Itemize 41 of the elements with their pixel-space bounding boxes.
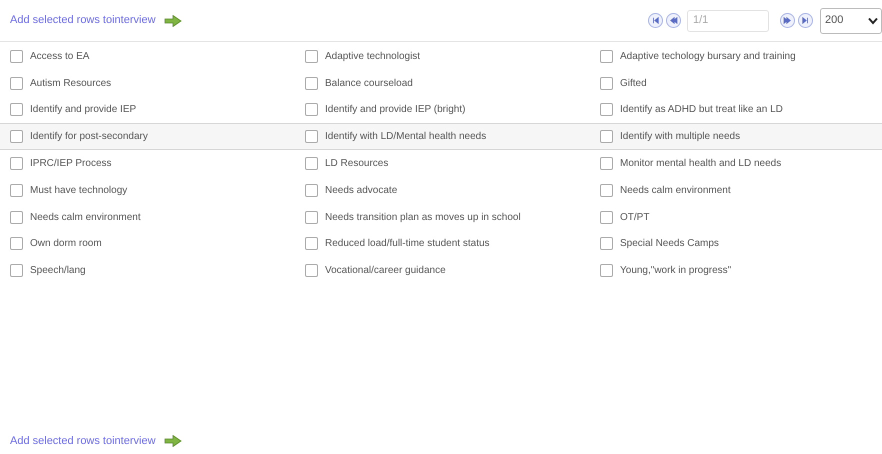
arrow-icon xyxy=(164,435,182,447)
option-checkbox[interactable]: Identify and provide IEP (bright) xyxy=(295,102,590,118)
option-checkbox[interactable]: Identify and provide IEP xyxy=(0,102,295,118)
option-checkbox[interactable]: IPRC/IEP Process xyxy=(0,156,295,172)
add-to-interview-link[interactable]: Add selected rows tointerview xyxy=(10,432,156,450)
page-size-select[interactable]: 200 xyxy=(820,8,882,34)
previous-page-button[interactable] xyxy=(666,13,681,28)
option-checkbox[interactable]: Reduced load/full-time student status xyxy=(295,236,590,252)
option-checkbox[interactable]: Needs transition plan as moves up in school xyxy=(295,210,590,225)
last-page-button[interactable] xyxy=(798,13,813,28)
option-checkbox[interactable]: Adaptive techology bursary and training xyxy=(590,48,882,64)
option-checkbox[interactable]: Gifted xyxy=(590,76,882,91)
arrow-icon xyxy=(164,14,182,26)
last-arrows-icon xyxy=(800,15,811,26)
next-page-button[interactable] xyxy=(780,13,795,28)
chevron-down-icon xyxy=(868,16,878,24)
option-checkbox[interactable]: Identify with LD/Mental health needs xyxy=(295,129,590,144)
option-checkbox[interactable]: Balance courseload xyxy=(295,76,590,91)
option-checkbox[interactable]: Must have technology xyxy=(0,182,295,198)
option-checkbox[interactable]: Identify as ADHD but treat like an LD xyxy=(590,102,882,118)
option-checkbox[interactable]: Needs calm environment xyxy=(0,210,295,225)
next-arrows-icon xyxy=(782,15,793,26)
option-checkbox[interactable]: Autism Resources xyxy=(0,76,295,91)
prev-arrows-icon xyxy=(668,15,679,26)
option-checkbox[interactable]: Adaptive technologist xyxy=(295,48,590,64)
option-checkbox[interactable]: LD Resources xyxy=(295,156,590,172)
option-checkbox[interactable]: Monitor mental health and LD needs xyxy=(590,156,882,172)
option-checkbox[interactable]: OT/PT xyxy=(590,210,882,225)
first-page-button[interactable] xyxy=(648,13,663,28)
option-checkbox[interactable]: Speech/lang xyxy=(0,263,295,278)
option-checkbox[interactable]: Needs advocate xyxy=(295,182,590,198)
option-checkbox[interactable]: Access to EA xyxy=(0,48,295,64)
option-checkbox[interactable]: Identify for post-secondary xyxy=(0,129,295,144)
option-checkbox[interactable]: Needs calm environment xyxy=(590,182,882,198)
option-checkbox[interactable]: Special Needs Camps xyxy=(590,236,882,252)
add-to-interview-link[interactable]: Add selected rows tointerview xyxy=(10,12,156,29)
option-checkbox[interactable]: Identify with multiple needs xyxy=(590,129,882,144)
option-checkbox[interactable]: Own dorm room xyxy=(0,236,295,252)
option-checkbox[interactable]: Vocational/career guidance xyxy=(295,263,590,278)
option-checkbox[interactable]: Young,"work in progress" xyxy=(590,263,882,278)
first-arrows-icon xyxy=(650,15,661,26)
